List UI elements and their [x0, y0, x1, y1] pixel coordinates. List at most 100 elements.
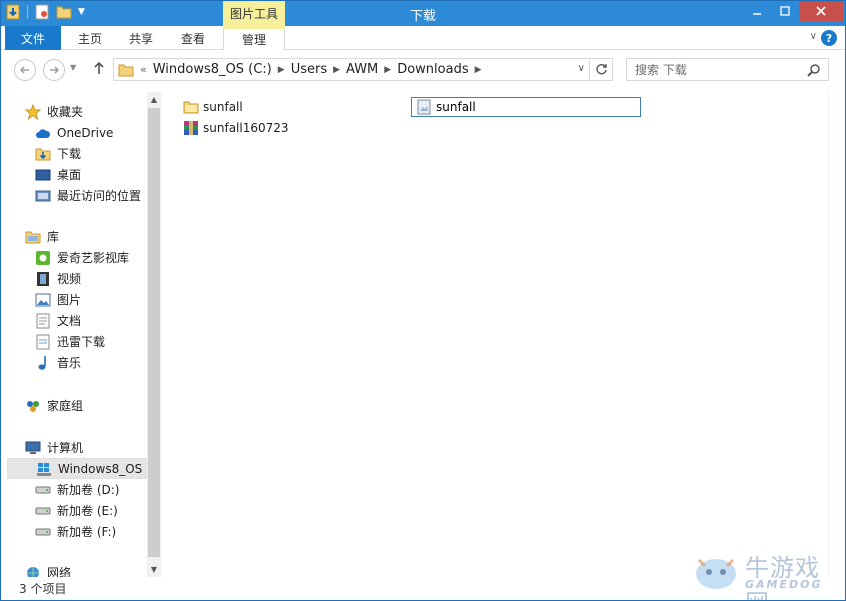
nav-xunlei-label: 迅雷下载 — [57, 335, 106, 349]
folder-icon — [183, 99, 199, 115]
nav-drive-e[interactable]: 新加卷 (E:) — [1, 500, 147, 521]
breadcrumb-overflow[interactable]: « — [140, 63, 147, 76]
nav-desktop-label: 桌面 — [57, 168, 82, 182]
breadcrumb-drive[interactable]: Windows8_OS (C:) — [153, 62, 272, 77]
scrollbar-thumb[interactable] — [148, 108, 160, 557]
xunlei-download-icon — [35, 334, 51, 350]
nav-computer-label: 计算机 — [47, 441, 84, 455]
new-folder-icon[interactable] — [56, 4, 72, 20]
file-list[interactable]: sunfall sunfall160723 — [163, 89, 828, 577]
file-name: sunfall — [203, 100, 243, 114]
search-box[interactable] — [626, 58, 829, 81]
up-button[interactable] — [93, 60, 105, 79]
forward-button[interactable] — [43, 59, 65, 81]
nav-recent-places-label: 最近访问的位置 — [57, 189, 142, 203]
scroll-down-icon[interactable]: ▼ — [147, 562, 161, 576]
window-title: 下载 — [409, 9, 436, 24]
nav-pictures[interactable]: 图片 — [1, 289, 147, 310]
nav-downloads[interactable]: 下载 — [1, 143, 147, 164]
desktop-icon — [35, 167, 51, 183]
nav-drive-e-label: 新加卷 (E:) — [57, 504, 118, 518]
breadcrumb-downloads[interactable]: Downloads — [397, 62, 468, 77]
nav-homegroup-label: 家庭组 — [47, 399, 84, 413]
libraries-icon — [25, 229, 41, 245]
expand-ribbon-icon[interactable]: ∨ — [810, 31, 817, 42]
nav-drive-c[interactable]: Windows8_OS (C:) — [7, 458, 147, 479]
back-button[interactable] — [14, 59, 36, 81]
scroll-up-icon[interactable]: ▲ — [147, 92, 161, 106]
rename-input[interactable] — [436, 100, 626, 114]
help-icon[interactable]: ? — [821, 30, 837, 46]
quick-access-toolbar: ▼ — [5, 4, 85, 20]
nav-videos[interactable]: 视频 — [1, 268, 147, 289]
tab-home[interactable]: 主页 — [67, 26, 113, 50]
ribbon-tabs: 文件 主页 共享 查看 管理 ∨ ? — [1, 26, 845, 50]
nav-favorites[interactable]: 收藏夹 — [1, 101, 147, 122]
chevron-right-icon[interactable]: ▶ — [333, 65, 340, 75]
nav-homegroup[interactable]: 家庭组 — [1, 395, 147, 416]
address-bar[interactable]: « Windows8_OS (C:) ▶ Users ▶ AWM ▶ Downl… — [113, 58, 590, 81]
properties-icon[interactable] — [5, 4, 21, 20]
rename-field[interactable] — [411, 97, 641, 117]
tab-file[interactable]: 文件 — [5, 26, 61, 50]
chevron-right-icon[interactable]: ▶ — [384, 65, 391, 75]
star-icon — [25, 103, 41, 120]
nav-drive-c-label: Windows8_OS (C:) — [58, 461, 146, 476]
nav-onedrive[interactable]: OneDrive — [1, 122, 147, 143]
file-item-archive[interactable]: sunfall160723 — [183, 118, 289, 138]
navigation-pane: 收藏夹 OneDrive 下载 桌面 最近访问的位置 库 爱奇艺影视库 视频 图… — [1, 89, 161, 577]
file-item-folder[interactable]: sunfall — [183, 97, 243, 117]
title-bar[interactable]: ▼ 图片工具 下载 — [1, 1, 845, 26]
nav-desktop[interactable]: 桌面 — [1, 164, 147, 185]
chevron-right-icon[interactable]: ▶ — [475, 65, 482, 75]
explorer-window: ▼ 图片工具 下载 文件 主页 共享 查看 管理 ∨ ? ▼ « Windows… — [0, 0, 846, 601]
nav-xunlei[interactable]: 迅雷下载 — [1, 331, 147, 352]
nav-drive-d[interactable]: 新加卷 (D:) — [1, 479, 147, 500]
customize-toolbar-icon[interactable]: ▼ — [78, 7, 85, 17]
cow-mascot-icon — [696, 558, 736, 589]
toolbar-separator — [27, 5, 28, 19]
nav-libraries-label: 库 — [47, 230, 60, 244]
hard-drive-icon — [35, 503, 51, 519]
nav-iqiyi[interactable]: 爱奇艺影视库 — [1, 247, 147, 268]
breadcrumb-users[interactable]: Users — [291, 62, 327, 77]
maximize-button[interactable] — [771, 1, 799, 21]
search-input[interactable] — [635, 62, 795, 77]
tab-share[interactable]: 共享 — [118, 26, 164, 50]
picture-tools-header: 图片工具 — [223, 1, 285, 26]
item-count: 3 个项目 — [19, 582, 67, 596]
close-button[interactable] — [799, 1, 843, 21]
nav-recent-places[interactable]: 最近访问的位置 — [1, 185, 147, 206]
nav-drive-f[interactable]: 新加卷 (F:) — [1, 521, 147, 542]
tab-view[interactable]: 查看 — [170, 26, 216, 50]
navigation-bar: ▼ « Windows8_OS (C:) ▶ Users ▶ AWM ▶ Dow… — [1, 51, 845, 89]
search-icon[interactable] — [807, 63, 821, 77]
nav-iqiyi-label: 爱奇艺影视库 — [57, 251, 130, 265]
nav-computer[interactable]: 计算机 — [1, 437, 147, 458]
recent-locations-icon[interactable]: ▼ — [70, 63, 76, 72]
nav-drive-f-label: 新加卷 (F:) — [57, 525, 117, 539]
nav-network[interactable]: 网络 — [1, 562, 147, 577]
new-document-icon[interactable] — [34, 4, 50, 20]
nav-documents[interactable]: 文档 — [1, 310, 147, 331]
address-history-icon[interactable]: ∨ — [578, 63, 585, 74]
iqiyi-library-icon — [35, 250, 51, 266]
network-icon — [25, 565, 41, 577]
chevron-right-icon[interactable]: ▶ — [278, 65, 285, 75]
document-icon — [35, 313, 51, 329]
tab-manage[interactable]: 管理 — [223, 26, 285, 50]
breadcrumb-awm[interactable]: AWM — [346, 62, 378, 77]
refresh-button[interactable] — [590, 58, 613, 81]
content-scrollbar[interactable] — [828, 89, 845, 577]
hard-drive-icon — [35, 524, 51, 540]
pictures-icon — [35, 292, 51, 308]
minimize-button[interactable] — [743, 1, 771, 21]
file-name: sunfall160723 — [203, 121, 289, 135]
windows-drive-icon — [36, 461, 52, 477]
nav-music[interactable]: 音乐 — [1, 352, 147, 373]
nav-libraries[interactable]: 库 — [1, 226, 147, 247]
downloads-folder-icon — [35, 146, 51, 162]
video-icon — [35, 271, 51, 287]
folder-icon — [118, 63, 134, 77]
nav-pane-scrollbar[interactable]: ▲ ▼ — [147, 92, 161, 578]
